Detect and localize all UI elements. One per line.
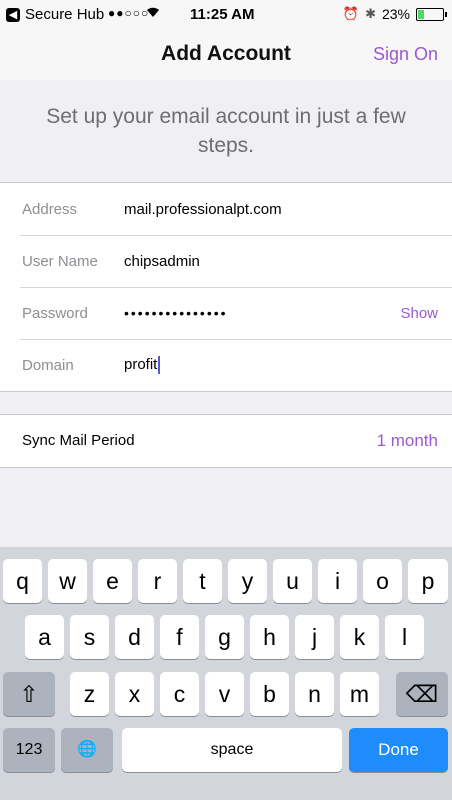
sync-value[interactable]: 1 month: [377, 431, 438, 451]
key-k[interactable]: k: [340, 615, 379, 659]
key-q[interactable]: q: [3, 559, 42, 603]
key-i[interactable]: i: [318, 559, 357, 603]
wifi-icon: [144, 4, 162, 22]
username-label: User Name: [22, 252, 98, 270]
key-c[interactable]: c: [160, 672, 199, 716]
key-b[interactable]: b: [250, 672, 289, 716]
shift-key[interactable]: ⇧: [3, 672, 55, 716]
show-password-button[interactable]: Show: [400, 305, 438, 322]
sign-on-button[interactable]: Sign On: [373, 44, 438, 65]
key-w[interactable]: w: [48, 559, 87, 603]
key-j[interactable]: j: [295, 615, 334, 659]
address-label: Address: [22, 200, 78, 218]
password-label: Password: [22, 304, 88, 322]
domain-value: profit: [124, 355, 158, 373]
account-form: Address mail.professionalpt.com User Nam…: [0, 182, 452, 392]
domain-label: Domain: [22, 356, 74, 374]
alarm-icon: ⏰: [342, 6, 360, 21]
address-field[interactable]: mail.professionalpt.com: [124, 201, 282, 218]
battery-percent: 23%: [381, 6, 410, 22]
key-m[interactable]: m: [340, 672, 379, 716]
text-cursor: [158, 356, 161, 375]
key-f[interactable]: f: [160, 615, 199, 659]
status-time: 11:25 AM: [190, 6, 255, 23]
numbers-key[interactable]: 123: [3, 728, 55, 772]
key-e[interactable]: e: [93, 559, 132, 603]
sync-mail-period-row[interactable]: Sync Mail Period 1 month: [0, 414, 452, 468]
key-o[interactable]: o: [363, 559, 402, 603]
done-key[interactable]: Done: [349, 728, 448, 772]
key-r[interactable]: r: [138, 559, 177, 603]
navigation-bar: Add Account Sign On: [0, 30, 452, 80]
bluetooth-icon: ✱: [365, 6, 376, 21]
key-g[interactable]: g: [205, 615, 244, 659]
domain-field[interactable]: profit: [124, 355, 161, 375]
username-field[interactable]: chipsadmin: [124, 253, 200, 270]
intro-text: Set up your email account in just a few …: [46, 105, 406, 157]
key-y[interactable]: y: [228, 559, 267, 603]
key-x[interactable]: x: [115, 672, 154, 716]
password-field[interactable]: •••••••••••••••: [124, 305, 228, 321]
status-bar: ◀ Secure Hub ●●○○○ 11:25 AM ⏰ ✱ 23%: [0, 0, 452, 30]
key-s[interactable]: s: [70, 615, 109, 659]
key-t[interactable]: t: [183, 559, 222, 603]
domain-row[interactable]: Domain profit: [0, 339, 452, 391]
back-app-label: Secure Hub: [25, 6, 105, 23]
sync-label: Sync Mail Period: [22, 432, 135, 449]
key-p[interactable]: p: [408, 559, 448, 603]
back-arrow-icon: ◀: [6, 7, 20, 22]
delete-key[interactable]: ⌫: [396, 672, 448, 716]
key-a[interactable]: a: [25, 615, 64, 659]
address-row[interactable]: Address mail.professionalpt.com: [0, 183, 452, 235]
back-to-app[interactable]: ◀ Secure Hub: [6, 6, 104, 23]
key-n[interactable]: n: [295, 672, 334, 716]
key-v[interactable]: v: [205, 672, 244, 716]
space-key[interactable]: space: [122, 728, 342, 772]
key-l[interactable]: l: [385, 615, 424, 659]
password-row[interactable]: Password ••••••••••••••• Show: [0, 287, 452, 339]
key-d[interactable]: d: [115, 615, 154, 659]
battery-icon: [416, 7, 447, 21]
keyboard: q w e r t y u i o p a s d f g h j k l ⇧ …: [0, 547, 452, 800]
key-h[interactable]: h: [250, 615, 289, 659]
username-row[interactable]: User Name chipsadmin: [0, 235, 452, 287]
key-z[interactable]: z: [70, 672, 109, 716]
globe-icon[interactable]: 🌐: [61, 728, 113, 772]
key-u[interactable]: u: [273, 559, 312, 603]
